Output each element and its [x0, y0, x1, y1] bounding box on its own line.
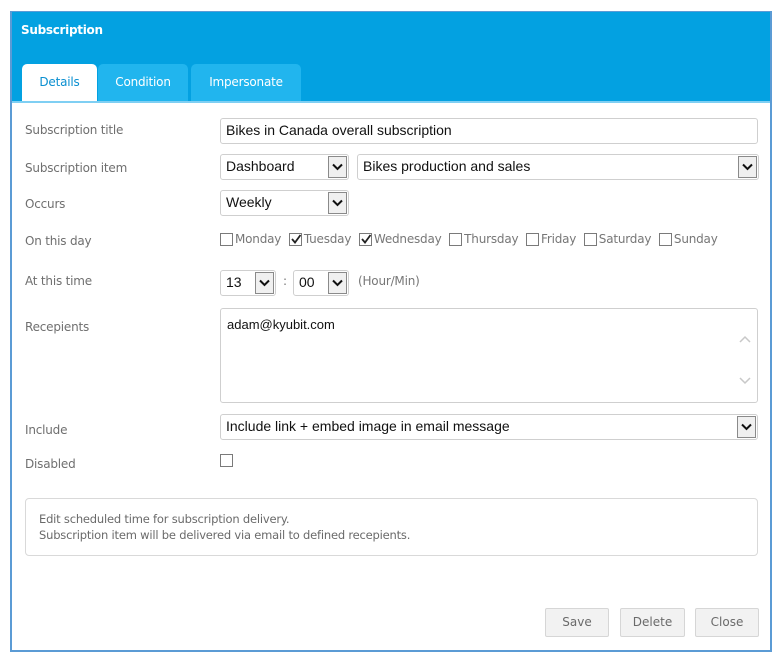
- include-select[interactable]: Include link + embed image in email mess…: [220, 414, 758, 440]
- on-this-day-label: On this day: [25, 234, 92, 248]
- dialog-header: Subscription Details Condition Impersona…: [12, 12, 770, 103]
- occurs-label: Occurs: [25, 197, 66, 211]
- day-label: Tuesday: [303, 232, 352, 246]
- item-type-select[interactable]: Dashboard: [220, 154, 349, 180]
- checkbox-checked[interactable]: [358, 232, 372, 246]
- checkbox[interactable]: [526, 232, 539, 246]
- subscription-item-label: Subscription item: [25, 161, 128, 175]
- day-monday[interactable]: Monday: [220, 232, 281, 246]
- day-label: Thursday: [464, 232, 519, 246]
- checkmark-icon: [291, 233, 302, 244]
- hour-select[interactable]: 13: [220, 270, 276, 296]
- day-wednesday[interactable]: Wednesday: [358, 232, 442, 246]
- time-hint: (Hour/Min): [358, 274, 420, 288]
- chevron-down-icon[interactable]: [328, 192, 347, 214]
- dialog-title: Subscription: [21, 23, 103, 37]
- tab-condition[interactable]: Condition: [98, 64, 188, 101]
- checkbox[interactable]: [220, 232, 233, 246]
- info-line-2: Subscription item will be delivered via …: [39, 528, 411, 542]
- disabled-label: Disabled: [25, 457, 76, 471]
- occurs-value: Weekly: [226, 194, 272, 210]
- chevron-down-icon[interactable]: [328, 156, 347, 178]
- checkbox[interactable]: [583, 232, 597, 246]
- scroll-down-icon[interactable]: [739, 373, 751, 388]
- occurs-select[interactable]: Weekly: [220, 190, 349, 216]
- checkbox[interactable]: [658, 232, 672, 246]
- info-line-1: Edit scheduled time for subscription del…: [39, 512, 290, 526]
- time-separator: :: [283, 274, 288, 288]
- at-this-time-label: At this time: [25, 274, 92, 288]
- recipients-label: Recepients: [25, 320, 90, 334]
- include-value: Include link + embed image in email mess…: [226, 418, 510, 434]
- item-value: Bikes production and sales: [363, 158, 531, 174]
- chevron-down-icon[interactable]: [328, 272, 347, 294]
- include-label: Include: [25, 423, 68, 437]
- delete-button[interactable]: Delete: [620, 608, 685, 637]
- day-label: Sunday: [673, 232, 718, 246]
- day-tuesday[interactable]: Tuesday: [288, 232, 352, 246]
- subscription-dialog: Subscription Details Condition Impersona…: [10, 11, 772, 652]
- tab-impersonate[interactable]: Impersonate: [191, 64, 301, 101]
- save-button[interactable]: Save: [545, 608, 609, 637]
- subscription-title-input[interactable]: Bikes in Canada overall subscription: [220, 118, 758, 144]
- checkbox[interactable]: [449, 232, 463, 246]
- minute-value: 00: [299, 274, 315, 290]
- day-thursday[interactable]: Thursday: [449, 232, 519, 246]
- subscription-title-label: Subscription title: [25, 123, 124, 137]
- hour-value: 13: [226, 274, 242, 290]
- chevron-down-icon[interactable]: [737, 416, 756, 438]
- day-sunday[interactable]: Sunday: [658, 232, 718, 246]
- day-label: Wednesday: [373, 232, 442, 246]
- day-saturday[interactable]: Saturday: [583, 232, 652, 246]
- info-box: Edit scheduled time for subscription del…: [25, 498, 758, 556]
- day-friday[interactable]: Friday: [526, 232, 576, 246]
- minute-select[interactable]: 00: [293, 270, 349, 296]
- disabled-checkbox[interactable]: [220, 454, 233, 467]
- weekday-checkboxes: Monday Tuesday Wednesday Thursday Friday…: [220, 232, 722, 249]
- subscription-title-value: Bikes in Canada overall subscription: [226, 122, 452, 138]
- chevron-down-icon[interactable]: [255, 272, 274, 294]
- checkmark-icon: [361, 233, 372, 244]
- scroll-up-icon[interactable]: [739, 331, 751, 346]
- recipients-textarea[interactable]: adam@kyubit.com: [220, 308, 758, 403]
- item-select[interactable]: Bikes production and sales: [357, 154, 759, 180]
- tab-details[interactable]: Details: [22, 64, 97, 101]
- recipients-value: adam@kyubit.com: [227, 317, 335, 332]
- chevron-down-icon[interactable]: [738, 156, 757, 178]
- item-type-value: Dashboard: [226, 158, 295, 174]
- day-label: Friday: [541, 232, 577, 246]
- close-button[interactable]: Close: [695, 608, 759, 637]
- day-label: Monday: [235, 232, 282, 246]
- checkbox-checked[interactable]: [288, 232, 302, 246]
- day-label: Saturday: [598, 232, 652, 246]
